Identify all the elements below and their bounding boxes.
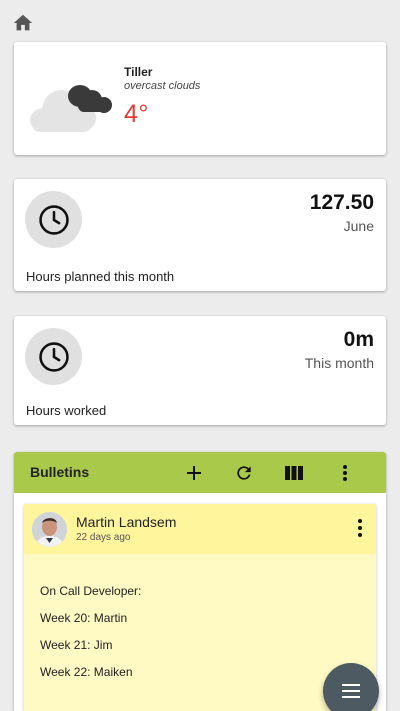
- weather-city: Tiller: [124, 65, 153, 79]
- top-bar: [0, 0, 400, 40]
- clock-icon: [25, 191, 82, 248]
- hours-planned-value: 127.50: [309, 191, 374, 214]
- bulletins-header: Bulletins: [14, 452, 386, 493]
- hours-worked-value: 0m: [343, 328, 374, 351]
- menu-fab[interactable]: [323, 663, 379, 711]
- weather-condition: overcast clouds: [124, 80, 201, 92]
- bulletin-line: Week 21: Jim: [40, 638, 113, 652]
- bulletin-line: On Call Developer:: [40, 584, 142, 598]
- bulletin-author: Martin Landsem: [76, 514, 177, 530]
- bulletin-item[interactable]: Martin Landsem 22 days ago On Call Devel…: [24, 504, 376, 711]
- bulletin-header: Martin Landsem 22 days ago: [24, 504, 376, 554]
- bulletin-line: Week 20: Martin: [40, 611, 128, 625]
- hours-planned-card[interactable]: 127.50 June Hours planned this month: [14, 179, 386, 291]
- weather-card[interactable]: Tiller overcast clouds 4°: [14, 42, 386, 155]
- clock-icon: [25, 328, 82, 385]
- bulletins-title: Bulletins: [30, 464, 90, 480]
- home-icon[interactable]: [12, 12, 34, 34]
- hours-worked-card[interactable]: 0m This month Hours worked: [14, 316, 386, 425]
- cloud-icon: [30, 85, 112, 132]
- menu-icon: [342, 684, 360, 698]
- refresh-icon[interactable]: [233, 462, 255, 484]
- avatar: [32, 512, 67, 547]
- bulletin-timestamp: 22 days ago: [76, 532, 131, 543]
- more-vert-icon[interactable]: [334, 462, 356, 484]
- weather-temperature: 4°: [124, 100, 149, 128]
- columns-icon[interactable]: [283, 462, 305, 484]
- bulletin-more-icon[interactable]: [356, 518, 364, 540]
- hours-planned-label: Hours planned this month: [26, 269, 175, 284]
- hours-planned-period: June: [343, 218, 374, 234]
- bulletin-line: Week 22: Maiken: [40, 665, 133, 679]
- hours-worked-period: This month: [304, 355, 374, 371]
- hours-worked-label: Hours worked: [26, 403, 107, 418]
- add-icon[interactable]: [183, 462, 205, 484]
